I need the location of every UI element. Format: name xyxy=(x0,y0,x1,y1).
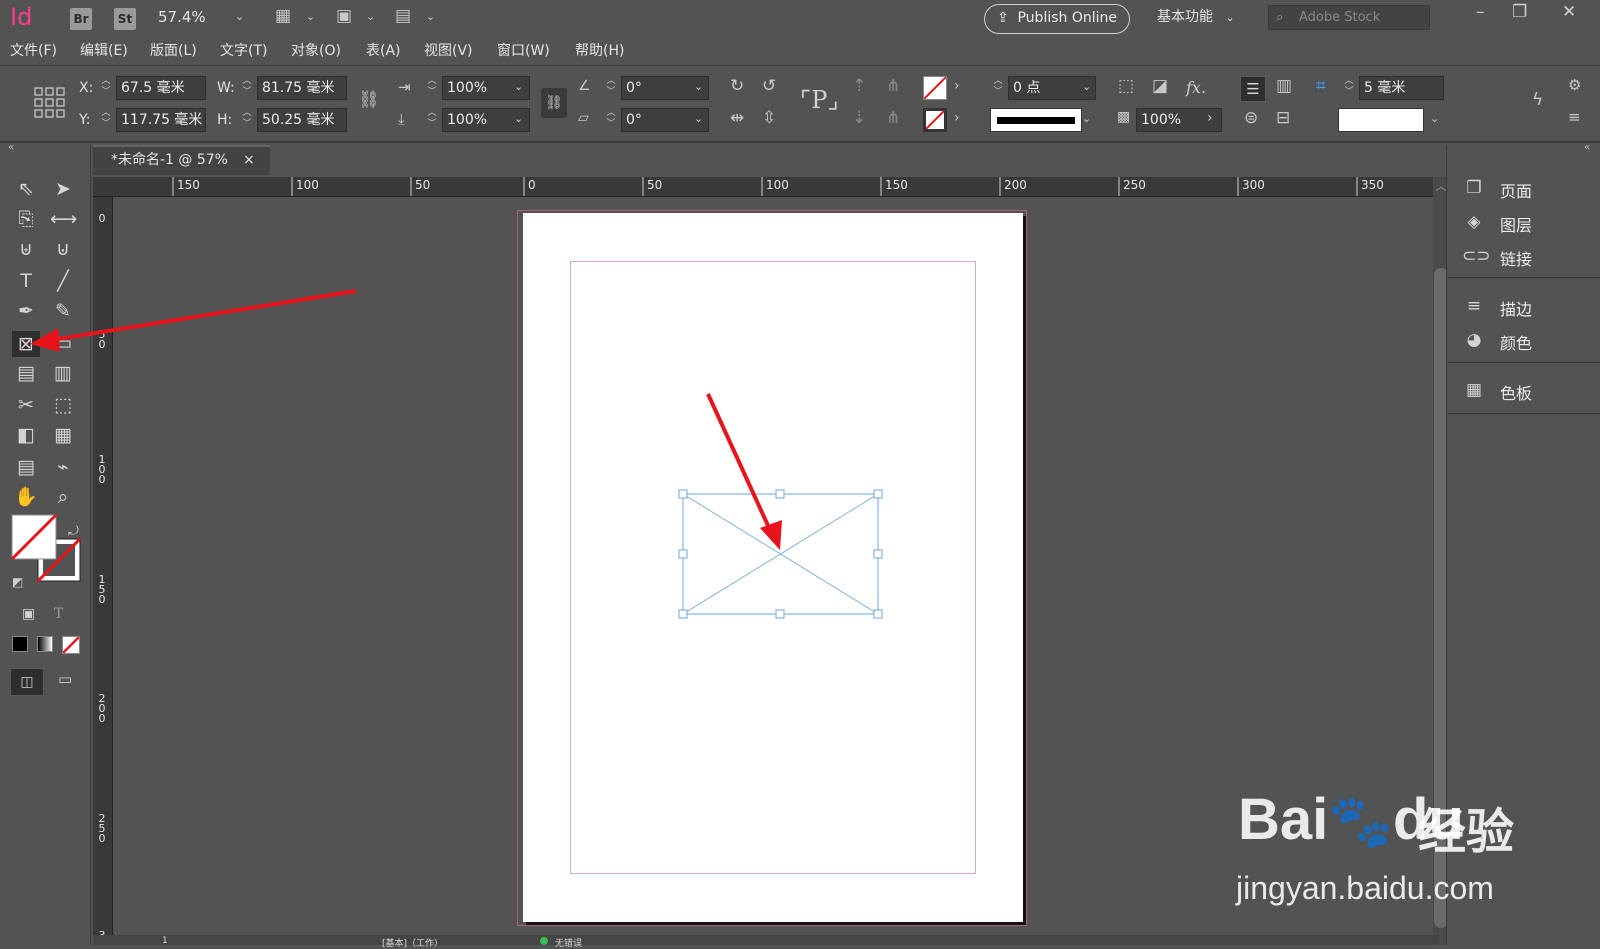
panel-divider xyxy=(1448,362,1600,363)
preflight-label[interactable]: 无错误 xyxy=(555,936,582,949)
links-icon: ⊂⊃ xyxy=(1462,246,1491,266)
panel-divider xyxy=(1448,277,1600,278)
watermark-brand: Bai xyxy=(1238,787,1329,852)
panel-pages[interactable]: 页面 xyxy=(1500,178,1532,202)
expand-panels-icon[interactable]: « xyxy=(1584,142,1590,153)
rectangle-frame[interactable] xyxy=(678,489,883,619)
status-bar xyxy=(93,935,1439,945)
color-palette-icon: ◕ xyxy=(1466,330,1482,350)
swatches-icon: ▦ xyxy=(1465,380,1483,400)
scroll-up-icon[interactable]: ︿ xyxy=(1436,178,1446,193)
workspace-mode-label[interactable]: [基本]（工作） xyxy=(382,936,443,949)
panel-color[interactable]: 颜色 xyxy=(1500,330,1532,354)
panel-layers[interactable]: 图层 xyxy=(1500,212,1532,236)
stroke-icon: ≡ xyxy=(1466,296,1482,316)
layers-icon: ◈ xyxy=(1467,212,1481,232)
panel-swatches[interactable]: 色板 xyxy=(1500,380,1532,404)
watermark-url: jingyan.baidu.com xyxy=(1236,870,1494,906)
panel-stroke[interactable]: 描边 xyxy=(1500,296,1532,320)
panel-links[interactable]: 链接 xyxy=(1500,246,1532,270)
annotation-arrow xyxy=(706,393,782,550)
pages-icon: ❐ xyxy=(1466,178,1482,198)
panel-divider xyxy=(1448,413,1600,414)
preflight-status-icon xyxy=(540,937,548,945)
paw-icon: 🐾 xyxy=(1328,793,1394,851)
watermark-jingyan: 经验 xyxy=(1418,804,1515,860)
annotation-arrow xyxy=(30,289,357,352)
